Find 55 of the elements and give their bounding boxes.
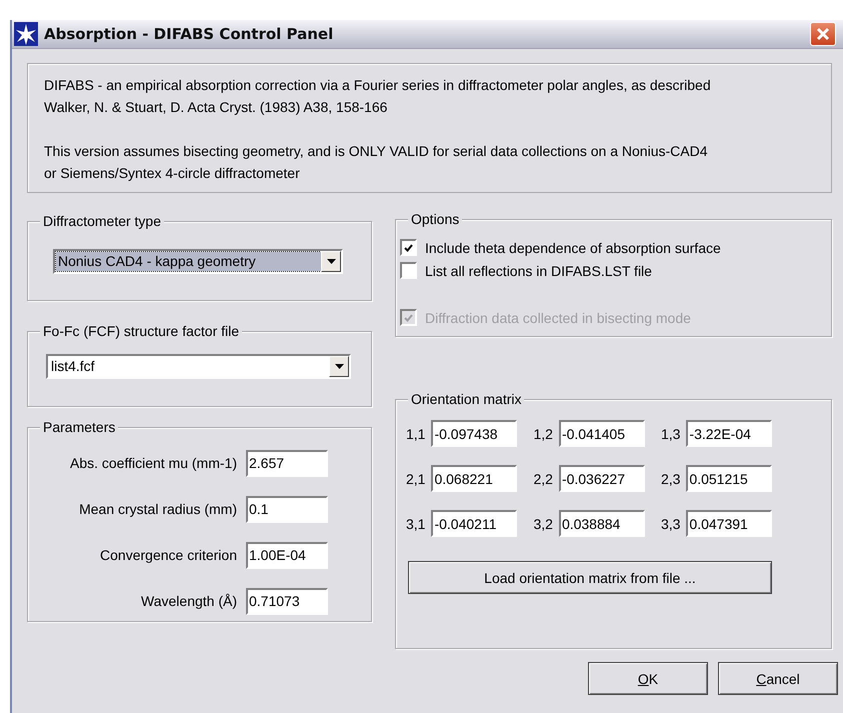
matrix-field[interactable]: -3.22E-04 [686,420,772,447]
caret-icon [326,259,336,264]
matrix-field[interactable]: 0.068221 [431,465,518,492]
matrix-index-label: 3,3 [660,516,680,532]
checkbox-label: Include theta dependence of absorption surface [425,240,721,256]
description-text: DIFABS - an empirical absorption correction via a Fourier series in diffractometer polar angles, as described [44,76,712,95]
group-title: Parameters [40,419,118,435]
group-title: Diffractometer type [40,213,164,229]
dialog-button[interactable]: OK [588,662,708,695]
matrix-field[interactable]: -0.036227 [558,465,645,492]
group-title: Fo-Fc (FCF) structure factor file [40,323,242,339]
matrix-field[interactable]: 0.051215 [686,465,772,492]
parameter-label: Wavelength (Å) [140,593,237,609]
star-icon [14,22,38,46]
matrix-index-label: 1,2 [533,426,553,442]
dropdown[interactable]: Nonius CAD4 - kappa geometry [53,249,343,274]
matrix-field[interactable]: -0.040211 [431,510,518,537]
matrix-field[interactable]: 0.038884 [558,510,645,537]
matrix-index-label: 1,1 [406,426,426,442]
caret-icon [334,364,344,369]
checkmark-icon [404,314,413,322]
description-text: or Siemens/Syntex 4-circle diffractometer [44,164,301,183]
group-title: Options [408,211,462,227]
parameter-label: Mean crystal radius (mm) [78,501,237,517]
close-button[interactable] [810,22,836,46]
checkbox[interactable] [400,262,417,279]
parameter-label: Abs. coefficient mu (mm-1) [68,455,237,471]
matrix-index-label: 1,3 [660,426,680,442]
matrix-field[interactable]: -0.097438 [431,420,518,447]
checkbox-label: List all reflections in DIFABS.LST file [425,262,652,278]
checkmark-icon [404,244,413,252]
parameter-field[interactable]: 0.1 [246,496,328,522]
dropdown[interactable]: list4.fcf [46,354,351,379]
parameter-field[interactable]: 2.657 [246,450,328,476]
matrix-index-label: 2,2 [533,470,553,486]
matrix-index-label: 2,1 [406,470,426,486]
parameter-field[interactable]: 0.71073 [246,588,328,614]
matrix-field[interactable]: 0.047391 [686,510,772,537]
matrix-index-label: 2,3 [660,470,680,486]
checkbox[interactable] [400,239,417,256]
description-text: This version assumes bisecting geometry, and is ONLY VALID for serial data collections on a Nonius-CAD4 [44,142,708,161]
matrix-index-label: 3,1 [406,516,426,532]
window-title: Absorption - DIFABS Control Panel [44,25,334,43]
close-icon [816,27,830,41]
dropdown-arrow-button[interactable] [321,251,341,272]
load-matrix-button[interactable]: Load orientation matrix from file ... [408,561,772,594]
dialog-button[interactable]: Cancel [718,662,838,695]
parameter-label: Convergence criterion [99,547,237,563]
group-title: Orientation matrix [408,391,524,407]
description-text: Walker, N. & Stuart, D. Acta Cryst. (1983) A38, 158-166 [44,98,388,117]
checkbox-label: Diffraction data collected in bisecting mode [425,310,691,326]
matrix-field[interactable]: -0.041405 [558,420,645,447]
dropdown-arrow-button[interactable] [329,356,349,377]
parameter-field[interactable]: 1.00E-04 [246,542,328,568]
matrix-index-label: 3,2 [533,516,553,532]
